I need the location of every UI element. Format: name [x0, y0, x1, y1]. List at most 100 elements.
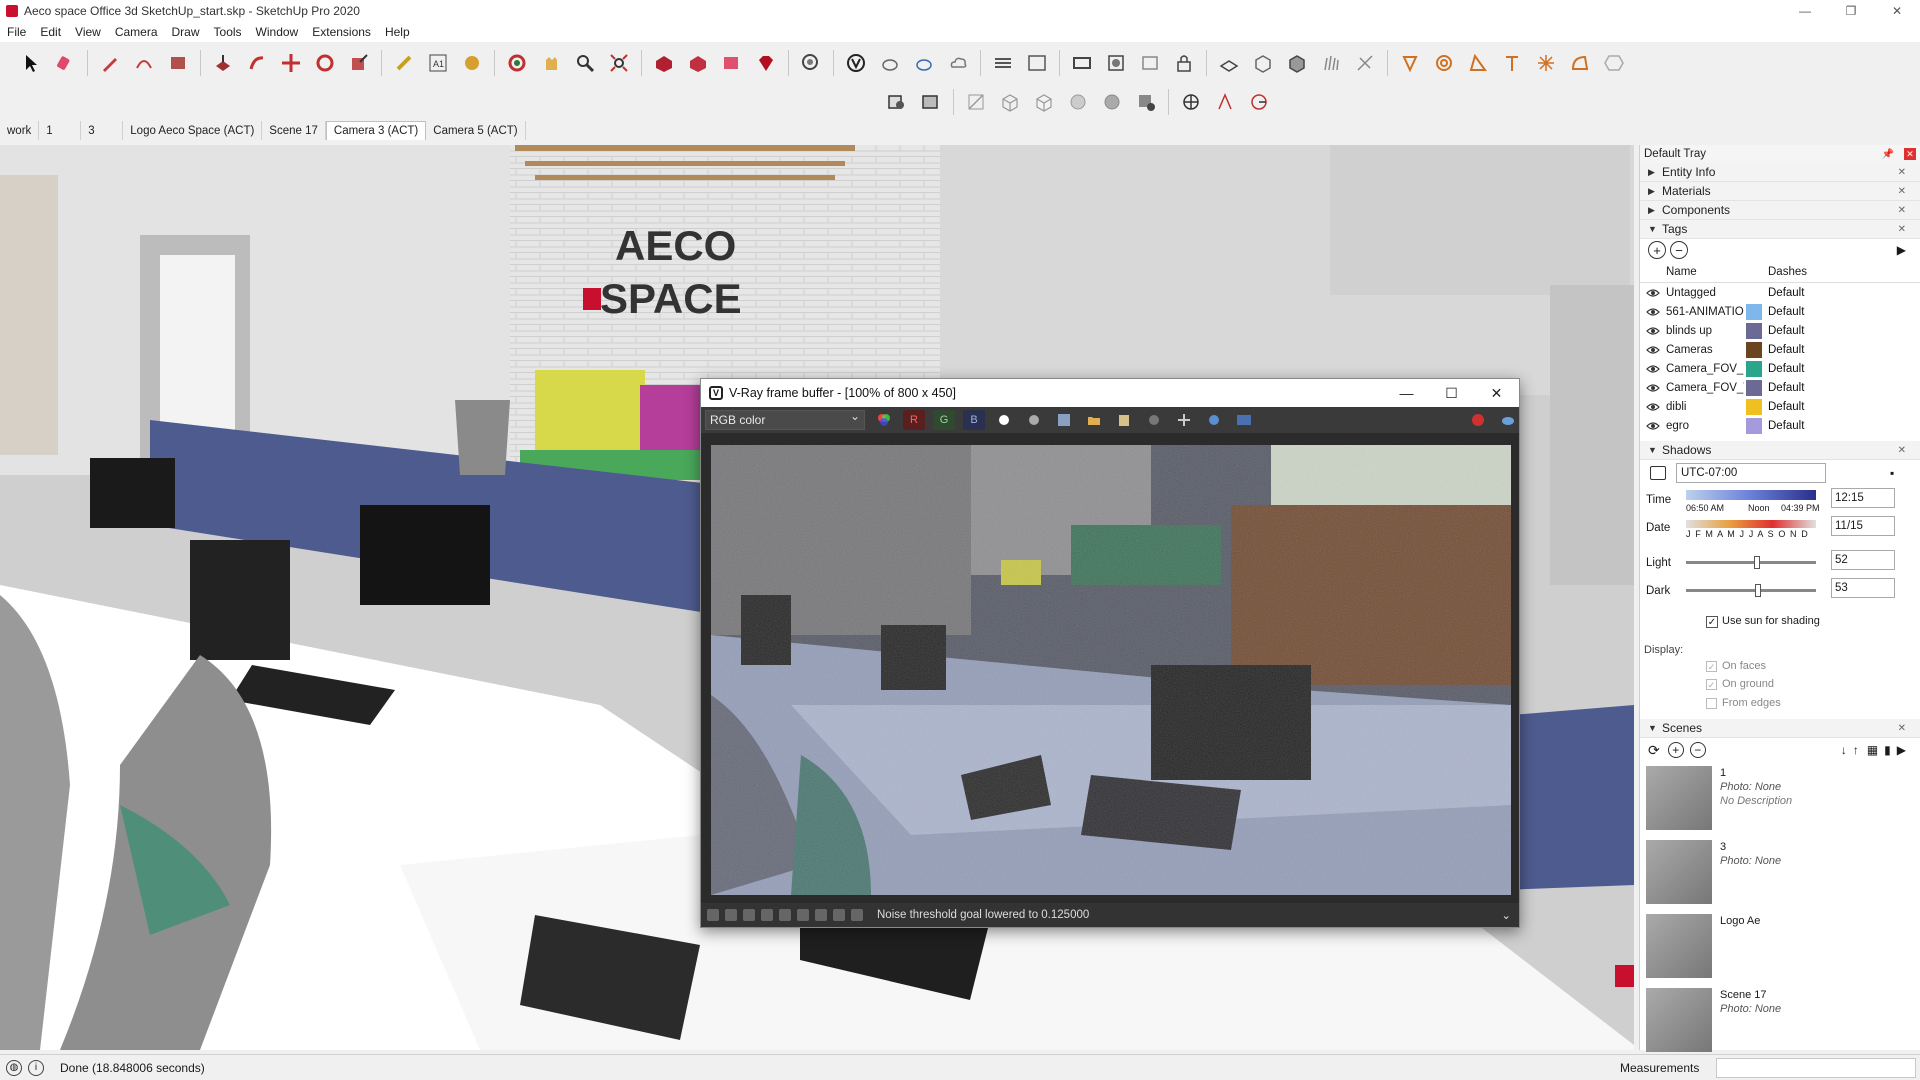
- open-folder-icon[interactable]: [1083, 410, 1105, 430]
- tag-name[interactable]: 561-ANIMATIO: [1666, 306, 1744, 318]
- use-sun-checkbox[interactable]: ✓: [1706, 616, 1718, 628]
- tape-measure-button[interactable]: [389, 48, 419, 78]
- visibility-eye-icon[interactable]: [1640, 383, 1666, 393]
- tag-name[interactable]: blinds up: [1666, 325, 1744, 337]
- update-scene-icon[interactable]: ⟳: [1648, 742, 1660, 759]
- tag-row[interactable]: Camera_FOV_L Default: [1640, 359, 1920, 378]
- light-input[interactable]: 52: [1831, 550, 1895, 570]
- proxy-export-button[interactable]: [1248, 48, 1278, 78]
- tag-row[interactable]: Untagged Default: [1640, 283, 1920, 302]
- dark-slider[interactable]: [1686, 584, 1816, 597]
- light-rect-button[interactable]: [1067, 48, 1097, 78]
- move-scene-down-icon[interactable]: ↓: [1841, 743, 1847, 757]
- toggle-shadows-icon[interactable]: [1650, 466, 1666, 480]
- section-materials[interactable]: ▶ Materials ✕: [1640, 182, 1920, 201]
- blue-channel-button[interactable]: B: [963, 410, 985, 430]
- visibility-eye-icon[interactable]: [1640, 364, 1666, 374]
- add-scene-icon[interactable]: +: [1667, 742, 1684, 758]
- measurements-input[interactable]: [1716, 1058, 1916, 1078]
- paint-bucket-button[interactable]: [457, 48, 487, 78]
- red-channel-button[interactable]: R: [903, 410, 925, 430]
- extension-warehouse-button[interactable]: [683, 48, 713, 78]
- menu-file[interactable]: File: [0, 25, 33, 39]
- close-icon[interactable]: ✕: [1898, 723, 1906, 734]
- vray-render-button[interactable]: [841, 48, 871, 78]
- scene-thumbnail[interactable]: [1646, 840, 1712, 904]
- scene-tab-logo-aeco-space[interactable]: Logo Aeco Space (ACT): [123, 121, 263, 140]
- color-corrections-icon[interactable]: [761, 909, 773, 921]
- section-components[interactable]: ▶ Components ✕: [1640, 201, 1920, 220]
- date-slider[interactable]: [1686, 520, 1816, 528]
- tag-dashes[interactable]: Default: [1768, 420, 1804, 432]
- view-options-icon[interactable]: ▦: [1867, 743, 1878, 757]
- levels-icon[interactable]: [815, 909, 827, 921]
- tag-name[interactable]: dibli: [1666, 401, 1744, 413]
- compare-icon[interactable]: [779, 909, 791, 921]
- tag-dashes[interactable]: Default: [1768, 306, 1804, 318]
- remove-tag-icon[interactable]: −: [1670, 241, 1688, 259]
- minimize-button[interactable]: —: [1782, 0, 1828, 22]
- section-shadows[interactable]: ▼ Shadows ✕: [1640, 441, 1920, 460]
- menu-draw[interactable]: Draw: [165, 25, 207, 39]
- tag-name[interactable]: Untagged: [1666, 287, 1744, 299]
- menu-window[interactable]: Window: [249, 25, 306, 39]
- close-icon[interactable]: ✕: [1898, 224, 1906, 235]
- textured-style-button[interactable]: [1097, 87, 1127, 117]
- mesh-light-button[interactable]: [1565, 48, 1595, 78]
- section-entity-info[interactable]: ▶ Entity Info ✕: [1640, 163, 1920, 182]
- extension-manager-button[interactable]: [751, 48, 781, 78]
- scene-tab-work[interactable]: work: [0, 121, 40, 140]
- visibility-eye-icon[interactable]: [1640, 402, 1666, 412]
- mono-icon[interactable]: [1023, 410, 1045, 430]
- ies-light-button[interactable]: [1429, 48, 1459, 78]
- tags-col-name[interactable]: Name: [1666, 266, 1744, 278]
- xray-style-button[interactable]: [961, 87, 991, 117]
- spot-light-button[interactable]: [1497, 48, 1527, 78]
- vray-close-button[interactable]: ✕: [1474, 379, 1519, 407]
- menu-help[interactable]: Help: [378, 25, 417, 39]
- monochrome-style-button[interactable]: [1131, 87, 1161, 117]
- tag-dashes[interactable]: Default: [1768, 344, 1804, 356]
- light-slider-thumb[interactable]: [1754, 556, 1760, 569]
- sphere-light-button[interactable]: [1531, 48, 1561, 78]
- scene-tab-scene-17[interactable]: Scene 17: [262, 121, 326, 140]
- render-teapot-icon[interactable]: [1497, 410, 1519, 430]
- render-last-icon[interactable]: [1233, 410, 1255, 430]
- text-tool-button[interactable]: A1: [423, 48, 453, 78]
- tag-row[interactable]: Cameras Default: [1640, 340, 1920, 359]
- time-input[interactable]: 12:15: [1831, 488, 1895, 508]
- menu-view[interactable]: View: [68, 25, 108, 39]
- menu-camera[interactable]: Camera: [108, 25, 165, 39]
- frame-buffer-button[interactable]: [1022, 48, 1052, 78]
- move-tool-button[interactable]: [276, 48, 306, 78]
- light-slider[interactable]: [1686, 556, 1816, 569]
- green-channel-button[interactable]: G: [933, 410, 955, 430]
- tag-name[interactable]: Cameras: [1666, 344, 1744, 356]
- section-scenes[interactable]: ▼ Scenes ✕: [1640, 719, 1920, 738]
- history-icon[interactable]: [707, 909, 719, 921]
- section-plane-button[interactable]: [882, 87, 912, 117]
- tags-col-dashes[interactable]: Dashes: [1768, 266, 1807, 278]
- orbit-button[interactable]: [502, 48, 532, 78]
- render-interactive-active-button[interactable]: [909, 48, 939, 78]
- section-tags[interactable]: ▼ Tags ✕: [1640, 220, 1920, 239]
- sun-settings-icon[interactable]: ▪: [1890, 466, 1894, 480]
- tag-dashes[interactable]: Default: [1768, 363, 1804, 375]
- scene-list-item[interactable]: 1 Photo: None No Description: [1640, 762, 1920, 836]
- line-tool-button[interactable]: [95, 48, 125, 78]
- close-icon[interactable]: ✕: [1898, 186, 1906, 197]
- rotate-tool-button[interactable]: [310, 48, 340, 78]
- scene-tab-3[interactable]: 3: [81, 121, 124, 140]
- tag-color-swatch[interactable]: [1746, 303, 1762, 320]
- 3d-warehouse-button[interactable]: [649, 48, 679, 78]
- zoom-button[interactable]: [570, 48, 600, 78]
- on-ground-checkbox[interactable]: ✓: [1706, 679, 1717, 690]
- plane-light-button[interactable]: [1463, 48, 1493, 78]
- eraser-tool-button[interactable]: [50, 48, 80, 78]
- scene-tab-1[interactable]: 1: [39, 121, 82, 140]
- details-arrow-icon[interactable]: ▶: [1897, 743, 1906, 757]
- dimension-button[interactable]: [1210, 87, 1240, 117]
- stamp-icon[interactable]: [743, 909, 755, 921]
- clear-image-icon[interactable]: [1143, 410, 1165, 430]
- menu-edit[interactable]: Edit: [33, 25, 68, 39]
